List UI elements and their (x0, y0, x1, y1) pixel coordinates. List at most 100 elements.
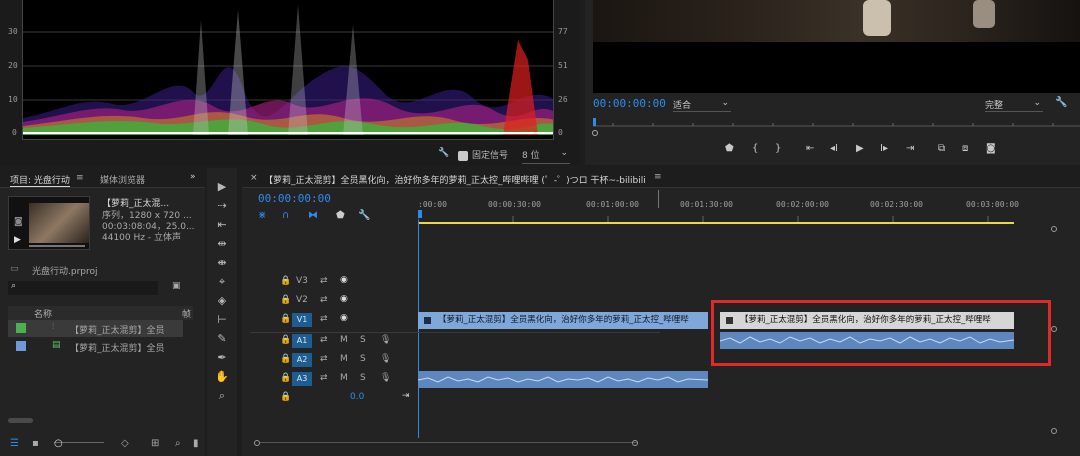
rate-stretch-tool-icon[interactable]: ⇼ (215, 256, 229, 270)
microphone-icon[interactable]: 🎙 (380, 373, 391, 383)
eye-icon[interactable]: ◉ (340, 275, 348, 285)
selection-tool-icon[interactable]: ▶ (215, 180, 229, 194)
timeline-horizontal-scrollbar[interactable] (254, 440, 644, 446)
zoom-tool-icon[interactable]: ⌕ (215, 389, 229, 403)
marker-icon[interactable]: ⬟ (725, 143, 734, 154)
column-rate-header[interactable]: 帧 (182, 307, 191, 320)
camera-icon[interactable]: ◙ (986, 143, 996, 154)
microphone-icon[interactable]: 🎙 (380, 354, 391, 364)
pen-tool-icon[interactable]: ✒ (215, 351, 229, 365)
tab-media-browser[interactable]: 媒体浏览器 (100, 173, 145, 186)
step-forward-icon[interactable]: I▸ (880, 143, 888, 154)
scroll-handle-top[interactable] (1051, 226, 1057, 232)
icon-view-icon[interactable]: ▪ (32, 438, 39, 449)
solo-button[interactable]: S (360, 335, 366, 345)
quality-dropdown[interactable]: 完整 ⌄ (985, 98, 1043, 112)
lock-icon[interactable]: 🔒 (280, 276, 291, 286)
menu-icon[interactable]: ≡ (76, 173, 84, 183)
step-back-icon[interactable]: ◂I (830, 143, 838, 154)
mute-button[interactable]: M (340, 373, 348, 383)
video-clip-v1-1[interactable]: 【萝莉_正太混剪】全员黑化向，治好你多年的萝莉_正太控_哔哩哔 (418, 312, 708, 329)
add-marker-icon[interactable]: ⬟ (336, 210, 345, 221)
track-target-a1[interactable]: A1 (292, 334, 312, 348)
ripple-edit-tool-icon[interactable]: ⇤ (215, 218, 229, 232)
eye-icon[interactable]: ◉ (340, 313, 348, 323)
go-to-end-icon[interactable]: ⇥ (402, 391, 410, 401)
mute-button[interactable]: M (340, 354, 348, 364)
mark-out-icon[interactable]: } (775, 143, 781, 154)
close-icon[interactable]: × (250, 173, 258, 183)
track-target-a3[interactable]: A3 (292, 372, 312, 386)
track-target-a2[interactable]: A2 (292, 353, 312, 367)
list-view-icon[interactable]: ☰ (10, 438, 19, 449)
slide-tool-icon[interactable]: ⊢ (215, 313, 229, 327)
list-item[interactable]: ⫶ 【萝莉_正太混剪】全员 (8, 320, 183, 337)
sync-lock-icon[interactable]: ⇄ (320, 314, 328, 324)
program-scrubber[interactable] (593, 118, 1080, 130)
rolling-edit-tool-icon[interactable]: ⇹ (215, 237, 229, 251)
sync-lock-icon[interactable]: ⇄ (320, 276, 328, 286)
go-to-out-icon[interactable]: ⇥ (906, 143, 914, 154)
master-volume-value[interactable]: 0.0 (350, 392, 364, 402)
scroll-handle-right[interactable] (632, 440, 638, 446)
solo-button[interactable]: S (360, 373, 366, 383)
scroll-handle[interactable] (1051, 326, 1057, 332)
mute-button[interactable]: M (340, 335, 348, 345)
timeline-timecode[interactable]: 00:00:00:00 (258, 192, 331, 205)
hand-tool-icon[interactable]: ✋ (215, 370, 229, 384)
scroll-handle-left[interactable] (254, 440, 260, 446)
vertical-scrollbar[interactable] (1048, 226, 1058, 436)
overflow-chevron-icon[interactable]: » (190, 172, 196, 182)
bit-depth-dropdown[interactable]: 8 位 ⌄ (522, 148, 570, 164)
sync-lock-icon[interactable]: ⇄ (320, 295, 328, 305)
list-item[interactable]: ▤ 【萝莉_正太混剪】全员 (8, 338, 183, 355)
find-icon[interactable]: ⌕ (175, 438, 181, 449)
lock-icon[interactable]: 🔒 (280, 335, 291, 345)
audio-clip-a3[interactable] (418, 371, 708, 388)
snap-icon[interactable]: ∩ (282, 210, 289, 221)
sync-lock-icon[interactable]: ⇄ (320, 373, 328, 383)
slip-tool-icon[interactable]: ◈ (215, 294, 229, 308)
sort-icon[interactable]: ◇ (121, 438, 129, 449)
track-target-v1[interactable]: V1 (292, 313, 312, 327)
eye-icon[interactable]: ◉ (340, 294, 348, 304)
sequence-tab-title[interactable]: 【萝莉_正太混剪】全员黑化向，治好你多年的萝莉_正太控_哔哩哔哩 (゜-゜)つロ… (264, 173, 654, 186)
zoom-dropdown[interactable]: 适合 ⌄ (673, 98, 731, 112)
menu-icon[interactable]: ≡ (654, 172, 662, 182)
play-icon[interactable]: ▶ (14, 235, 21, 245)
thumbnail-scrubber[interactable] (29, 245, 85, 247)
lock-icon[interactable]: 🔒 (280, 295, 291, 305)
horizontal-scrollbar[interactable] (8, 418, 33, 423)
lock-icon[interactable]: 🔒 (280, 392, 291, 402)
tab-project[interactable]: 项目: 光盘行动 (10, 173, 70, 187)
nest-icon[interactable]: ⋇ (258, 210, 266, 221)
new-bin-icon[interactable]: ▣ (172, 281, 184, 293)
sync-lock-icon[interactable]: ⇄ (320, 335, 328, 345)
scroll-handle-bottom[interactable] (1051, 428, 1057, 434)
razor-tool-icon[interactable]: ⌖ (215, 275, 229, 289)
column-name-header[interactable]: 名称 (34, 307, 52, 320)
wrench-icon[interactable]: 🔧 (1055, 97, 1067, 108)
zoom-slider-handle[interactable]: ○ (54, 438, 63, 449)
new-item-icon[interactable]: ▮ (193, 438, 199, 449)
fixed-signal-checkbox[interactable] (458, 151, 468, 161)
wrench-icon[interactable]: 🔧 (358, 210, 370, 221)
play-icon[interactable]: ▶ (856, 143, 864, 154)
playhead-line[interactable] (418, 220, 419, 438)
pen-tool-icon[interactable]: ✎ (215, 332, 229, 346)
mark-in-icon[interactable]: { (752, 143, 758, 154)
lock-icon[interactable]: 🔒 (280, 354, 291, 364)
microphone-icon[interactable]: 🎙 (380, 335, 391, 345)
lock-icon[interactable]: 🔒 (280, 314, 291, 324)
zoom-scroll-handle[interactable] (592, 130, 598, 136)
search-input[interactable]: ⌕ (8, 281, 158, 295)
track-select-tool-icon[interactable]: ⇢ (215, 199, 229, 213)
go-to-in-icon[interactable]: ⇤ (806, 143, 814, 154)
sync-lock-icon[interactable]: ⇄ (320, 354, 328, 364)
linked-selection-icon[interactable]: ⧓ (308, 210, 318, 221)
time-ruler[interactable]: :00:00 00:00:30:00 00:01:00:00 00:01:30:… (418, 196, 1050, 224)
automate-icon[interactable]: ⊞ (151, 438, 159, 449)
solo-button[interactable]: S (360, 354, 366, 364)
extract-icon[interactable]: ⧈ (962, 143, 968, 154)
wrench-icon[interactable]: 🔧 (438, 148, 449, 164)
